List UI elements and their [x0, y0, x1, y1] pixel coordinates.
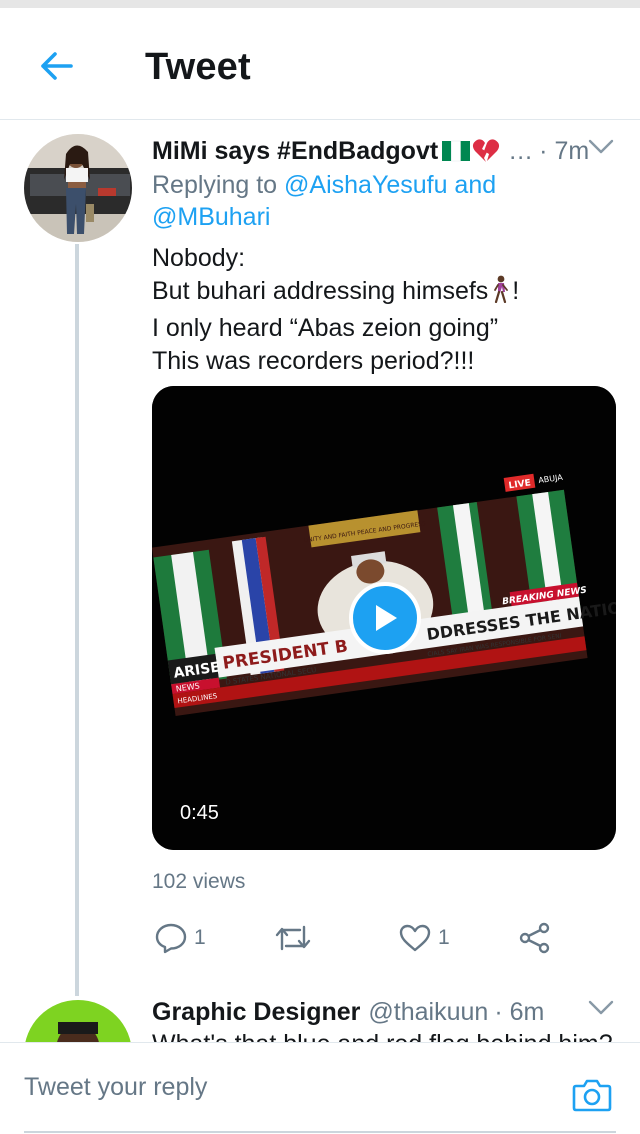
reply-author-name[interactable]: Graphic Designer — [152, 998, 360, 1027]
replying-to-label: Replying to — [152, 171, 285, 199]
arrow-left-icon — [41, 52, 73, 80]
camera-button[interactable] — [568, 1073, 616, 1117]
reply-author-row: Graphic Designer @thaikuun · 6m — [152, 995, 622, 1029]
tweet-timestamp[interactable]: · 7m — [539, 137, 589, 166]
tweet-line-2-wrapper: But buhari addressing himsefs! — [152, 275, 612, 312]
video-player[interactable]: UNITY AND FAITH PEACE AND PROGRESS LIVE … — [152, 386, 616, 850]
replying-to-line: Replying to @AishaYesufu and @MBuhari — [152, 169, 532, 233]
reply-button[interactable]: 1 — [154, 918, 206, 958]
reply-body: What's that blue and red flag behind him… — [152, 1030, 612, 1042]
top-app-bar: Tweet — [0, 8, 640, 120]
composer-underline — [24, 1131, 616, 1133]
replying-and-word: and — [447, 171, 497, 199]
retweet-icon — [275, 925, 311, 951]
thread-connector-line — [75, 244, 79, 996]
like-button[interactable]: 1 — [398, 918, 450, 958]
reply-count: 1 — [194, 926, 206, 949]
tweet-line-2: But buhari addressing himsefs — [152, 277, 489, 305]
author-avatar[interactable] — [24, 134, 132, 242]
status-bar-strip — [0, 0, 640, 8]
tweet-line-2-exclaim: ! — [512, 277, 520, 305]
tweet-line-4: This was recorders period?!!! — [152, 347, 475, 375]
play-icon — [376, 605, 397, 631]
broken-heart-emoji — [472, 138, 500, 164]
comment-icon — [155, 923, 187, 954]
mention-aishayesufu[interactable]: @AishaYesufu — [284, 171, 447, 199]
mention-mbuhari[interactable]: @MBuhari — [152, 203, 270, 231]
tweet-line-1: Nobody: — [152, 244, 246, 272]
reply-input[interactable] — [24, 1067, 544, 1107]
chevron-down-icon — [588, 139, 614, 154]
tweet-action-bar: 1 1 — [152, 918, 612, 958]
tweet-menu-button[interactable] — [588, 138, 614, 161]
camera-icon — [572, 1079, 612, 1112]
share-button[interactable] — [518, 918, 552, 958]
retweet-button[interactable] — [274, 918, 312, 958]
tweet-author-row: MiMi says #EndBadgovt … · 7m — [152, 134, 622, 168]
name-truncation-ellipsis: … — [508, 136, 534, 165]
author-display-name[interactable]: MiMi says #EndBadgovt — [152, 137, 438, 166]
share-icon — [519, 922, 550, 954]
reply-menu-button[interactable] — [588, 999, 614, 1022]
tweet-body: Nobody: But buhari addressing himsefs! I… — [152, 242, 612, 378]
avatar-photo — [24, 134, 132, 242]
view-count: 102 views — [152, 870, 246, 893]
heart-icon — [399, 924, 431, 952]
reply-author-handle[interactable]: @thaikuun — [368, 998, 488, 1027]
chevron-down-icon — [588, 1000, 614, 1015]
play-button[interactable] — [349, 582, 421, 654]
page-title: Tweet — [145, 46, 251, 88]
tweet-line-3: I only heard “Abas zeion going” — [152, 314, 499, 342]
woman-walking-emoji — [490, 275, 510, 312]
back-button[interactable] — [30, 44, 82, 88]
video-duration: 0:45 — [180, 802, 219, 824]
like-count: 1 — [438, 926, 450, 949]
reply-timestamp[interactable]: · 6m — [494, 998, 544, 1027]
reply-composer — [0, 1042, 640, 1134]
nigeria-flag-emoji — [442, 140, 471, 162]
